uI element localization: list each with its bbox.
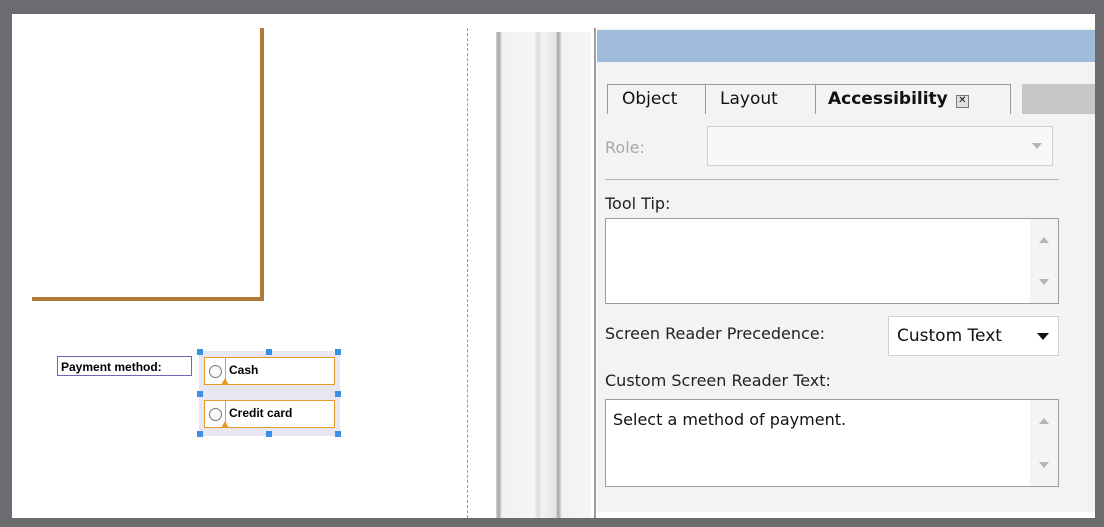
- selection-handle[interactable]: [266, 349, 272, 355]
- scrollbar[interactable]: [1030, 219, 1058, 303]
- tab-object[interactable]: Object: [607, 84, 707, 114]
- scroll-up-icon[interactable]: [1039, 418, 1049, 424]
- radio-button-icon[interactable]: [209, 365, 222, 378]
- page-guide-line: [467, 28, 468, 518]
- role-dropdown[interactable]: [707, 126, 1053, 166]
- dropdown-arrow-icon: [1032, 143, 1042, 149]
- selection-handle[interactable]: [335, 391, 341, 397]
- design-canvas[interactable]: Payment method: Cash Credit card: [12, 14, 472, 518]
- radio-button-icon[interactable]: [209, 408, 222, 421]
- custom-screen-reader-text-label: Custom Screen Reader Text:: [605, 371, 831, 390]
- screen-reader-precedence-label: Screen Reader Precedence:: [605, 324, 826, 343]
- tab-accessibility[interactable]: Accessibility ✕: [815, 84, 1011, 114]
- separator: [605, 179, 1059, 180]
- scroll-down-icon[interactable]: [1039, 462, 1049, 468]
- panel-gutter: [496, 32, 591, 518]
- tab-strip-background: [1022, 84, 1095, 114]
- selection-handle[interactable]: [197, 349, 203, 355]
- custom-screen-reader-textarea[interactable]: Select a method of payment.: [605, 399, 1059, 487]
- panel-tabs: Object Layout Accessibility ✕: [597, 70, 1095, 114]
- panel-title-bar[interactable]: [597, 30, 1095, 62]
- tab-layout[interactable]: Layout: [705, 84, 817, 114]
- custom-screen-reader-value: Select a method of payment.: [613, 410, 847, 429]
- dropdown-arrow-icon: [1037, 333, 1049, 340]
- screen-reader-precedence-dropdown[interactable]: Custom Text: [888, 316, 1059, 356]
- tool-tip-textarea[interactable]: [605, 218, 1059, 304]
- panel-divider[interactable]: [594, 28, 596, 518]
- role-label: Role:: [605, 138, 645, 157]
- page-border-right: [260, 28, 264, 301]
- tab-close-icon[interactable]: ✕: [955, 95, 969, 108]
- payment-method-label[interactable]: Payment method:: [57, 356, 192, 376]
- accessibility-panel: Object Layout Accessibility ✕ Role: Tool …: [597, 28, 1095, 512]
- selection-handle[interactable]: [335, 349, 341, 355]
- radio-option-cash[interactable]: Cash: [204, 357, 335, 385]
- page-border-bottom: [32, 297, 264, 301]
- tool-tip-label: Tool Tip:: [605, 194, 671, 213]
- radio-option-caption: Cash: [225, 357, 335, 385]
- selection-handle[interactable]: [266, 431, 272, 437]
- scrollbar[interactable]: [1030, 400, 1058, 486]
- selection-handle[interactable]: [197, 431, 203, 437]
- selection-handle[interactable]: [335, 431, 341, 437]
- tab-label: Layout: [720, 89, 778, 109]
- radio-option-credit-card[interactable]: Credit card: [204, 400, 335, 428]
- radio-option-caption: Credit card: [225, 400, 335, 428]
- tab-label: Object: [622, 89, 678, 109]
- designer-window: Payment method: Cash Credit card Object: [12, 14, 1095, 518]
- selection-handle[interactable]: [197, 391, 203, 397]
- scroll-up-icon[interactable]: [1039, 237, 1049, 243]
- scroll-down-icon[interactable]: [1039, 279, 1049, 285]
- screen-reader-precedence-value: Custom Text: [897, 326, 1002, 346]
- tab-label: Accessibility: [828, 89, 948, 109]
